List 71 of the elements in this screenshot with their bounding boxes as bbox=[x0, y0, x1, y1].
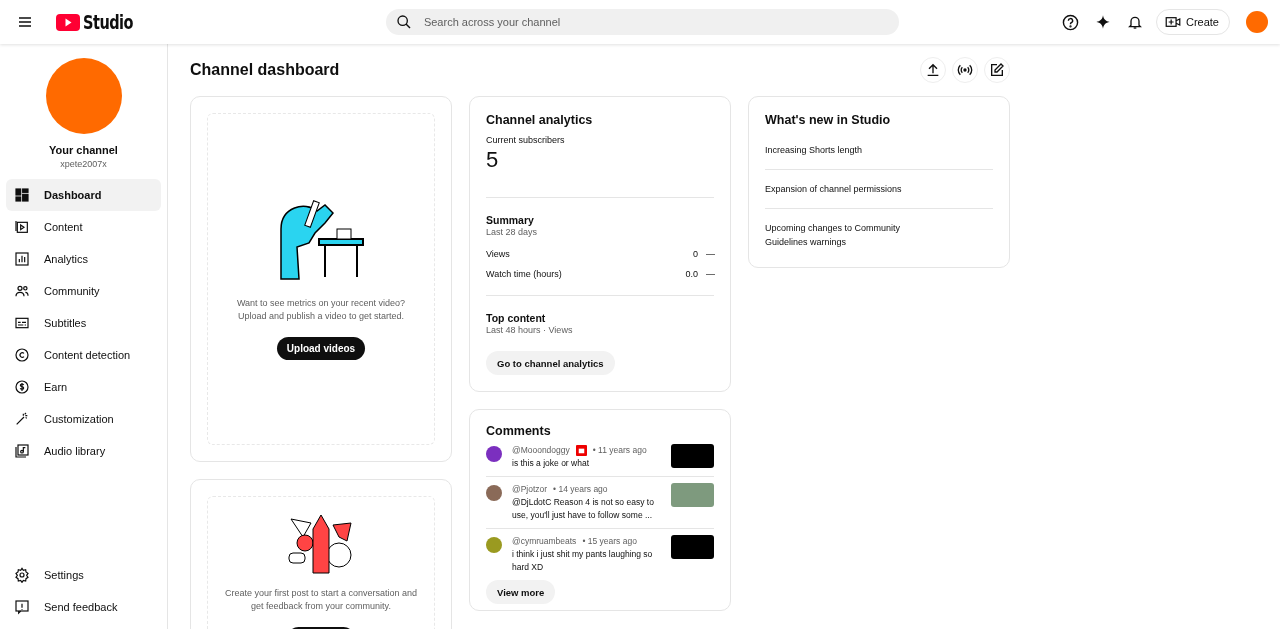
card-title: Comments bbox=[486, 424, 552, 438]
studio-logo-text: Studio bbox=[83, 11, 134, 33]
card-title: What's new in Studio bbox=[765, 113, 892, 127]
feedback-icon bbox=[14, 599, 30, 615]
comment-time: • 14 years ago bbox=[553, 483, 608, 496]
live-broadcast-icon[interactable] bbox=[952, 57, 978, 83]
play-logo-icon bbox=[56, 13, 80, 31]
music-library-icon bbox=[14, 443, 30, 459]
summary-title: Summary bbox=[486, 214, 535, 226]
comment-time: • 11 years ago bbox=[592, 444, 647, 457]
upload-icon[interactable] bbox=[920, 57, 946, 83]
comment-text: i think i just shit my pants laughing so hard XD bbox=[512, 548, 654, 574]
post-card-text: Create your first post to start a conversation and get feedback from your community. bbox=[223, 587, 419, 613]
channel-analytics-button[interactable]: Go to channel analytics bbox=[486, 351, 615, 375]
metric-value: 0.0 bbox=[685, 269, 698, 279]
play-square-icon bbox=[14, 219, 30, 235]
channel-handle: xpete2007x bbox=[59, 159, 108, 169]
sidebar-item[interactable]: Settings bbox=[6, 559, 161, 591]
sidebar-item[interactable]: Send feedback bbox=[6, 591, 161, 623]
sidebar-item[interactable]: Community bbox=[6, 275, 161, 307]
subscriber-count: 5 bbox=[486, 147, 500, 173]
dashboard-icon bbox=[14, 187, 30, 203]
metric-trend: — bbox=[706, 249, 714, 259]
sidebar-item[interactable]: Dashboard bbox=[6, 179, 161, 211]
people-icon bbox=[14, 283, 30, 299]
sidebar-item[interactable]: Audio library bbox=[6, 435, 161, 467]
sidebar-item[interactable]: Content detection bbox=[6, 339, 161, 371]
video-thumbnail[interactable] bbox=[671, 444, 714, 468]
search-field[interactable]: Search across your channel bbox=[385, 9, 899, 35]
subscribers-label: Current subscribers bbox=[486, 135, 566, 145]
sidebar-item[interactable]: Analytics bbox=[6, 243, 161, 275]
sidebar-item[interactable]: Subtitles bbox=[6, 307, 161, 339]
channel-title: Your channel bbox=[48, 144, 119, 156]
top-content-title: Top content bbox=[486, 312, 547, 324]
video-card-text: Want to see metrics on your recent video? Upload and publish a video to get started. bbox=[235, 296, 407, 323]
search-icon bbox=[395, 14, 412, 30]
comment-text: @DjLdotC Reason 4 is not so easy to use, you'll just have to follow some ... bbox=[512, 496, 655, 522]
top-content-period: Last 48 hours · Views bbox=[486, 324, 574, 337]
page-title: Channel dashboard bbox=[190, 61, 341, 79]
comment-author[interactable]: @Pjotzor bbox=[512, 483, 548, 496]
create-button[interactable]: Create bbox=[1155, 9, 1230, 35]
video-thumbnail[interactable] bbox=[671, 483, 714, 507]
card-title: Channel analytics bbox=[486, 113, 594, 127]
comment-text: is this a joke or what bbox=[512, 457, 590, 470]
upload-videos-button[interactable]: Upload videos bbox=[276, 336, 366, 360]
sidebar-item[interactable]: Customization bbox=[6, 403, 161, 435]
news-item[interactable]: Increasing Shorts length bbox=[765, 131, 993, 170]
bar-chart-icon bbox=[14, 251, 30, 267]
sidebar-item[interactable]: Earn bbox=[6, 371, 161, 403]
subtitles-icon bbox=[14, 315, 30, 331]
metric-label: Views bbox=[486, 249, 510, 259]
summary-period: Last 28 days bbox=[486, 226, 539, 239]
metric-value: 0 bbox=[693, 249, 698, 259]
news-item[interactable]: Upcoming changes to Community Guidelines warnings bbox=[765, 209, 993, 261]
comment-time: • 15 years ago bbox=[582, 535, 637, 548]
news-item[interactable]: Expansion of channel permissions bbox=[765, 170, 993, 209]
edit-icon[interactable] bbox=[984, 57, 1010, 83]
comment-author[interactable]: @cymruambeats bbox=[512, 535, 577, 548]
settings-icon bbox=[14, 567, 30, 583]
metric-trend: — bbox=[706, 269, 714, 279]
dollar-icon bbox=[14, 379, 30, 395]
comment-author[interactable]: @Mooondoggy bbox=[512, 444, 570, 457]
avatar[interactable] bbox=[1246, 11, 1268, 33]
view-more-button[interactable]: View more bbox=[486, 580, 556, 604]
magic-wand-icon bbox=[14, 411, 30, 427]
metric-label: Watch time (hours) bbox=[486, 269, 562, 279]
copyright-icon bbox=[14, 347, 30, 363]
video-add-icon bbox=[1164, 15, 1181, 29]
search-input[interactable]: Search across your channel bbox=[421, 15, 889, 29]
sidebar-item[interactable]: Content bbox=[6, 211, 161, 243]
video-thumbnail[interactable] bbox=[671, 535, 714, 559]
